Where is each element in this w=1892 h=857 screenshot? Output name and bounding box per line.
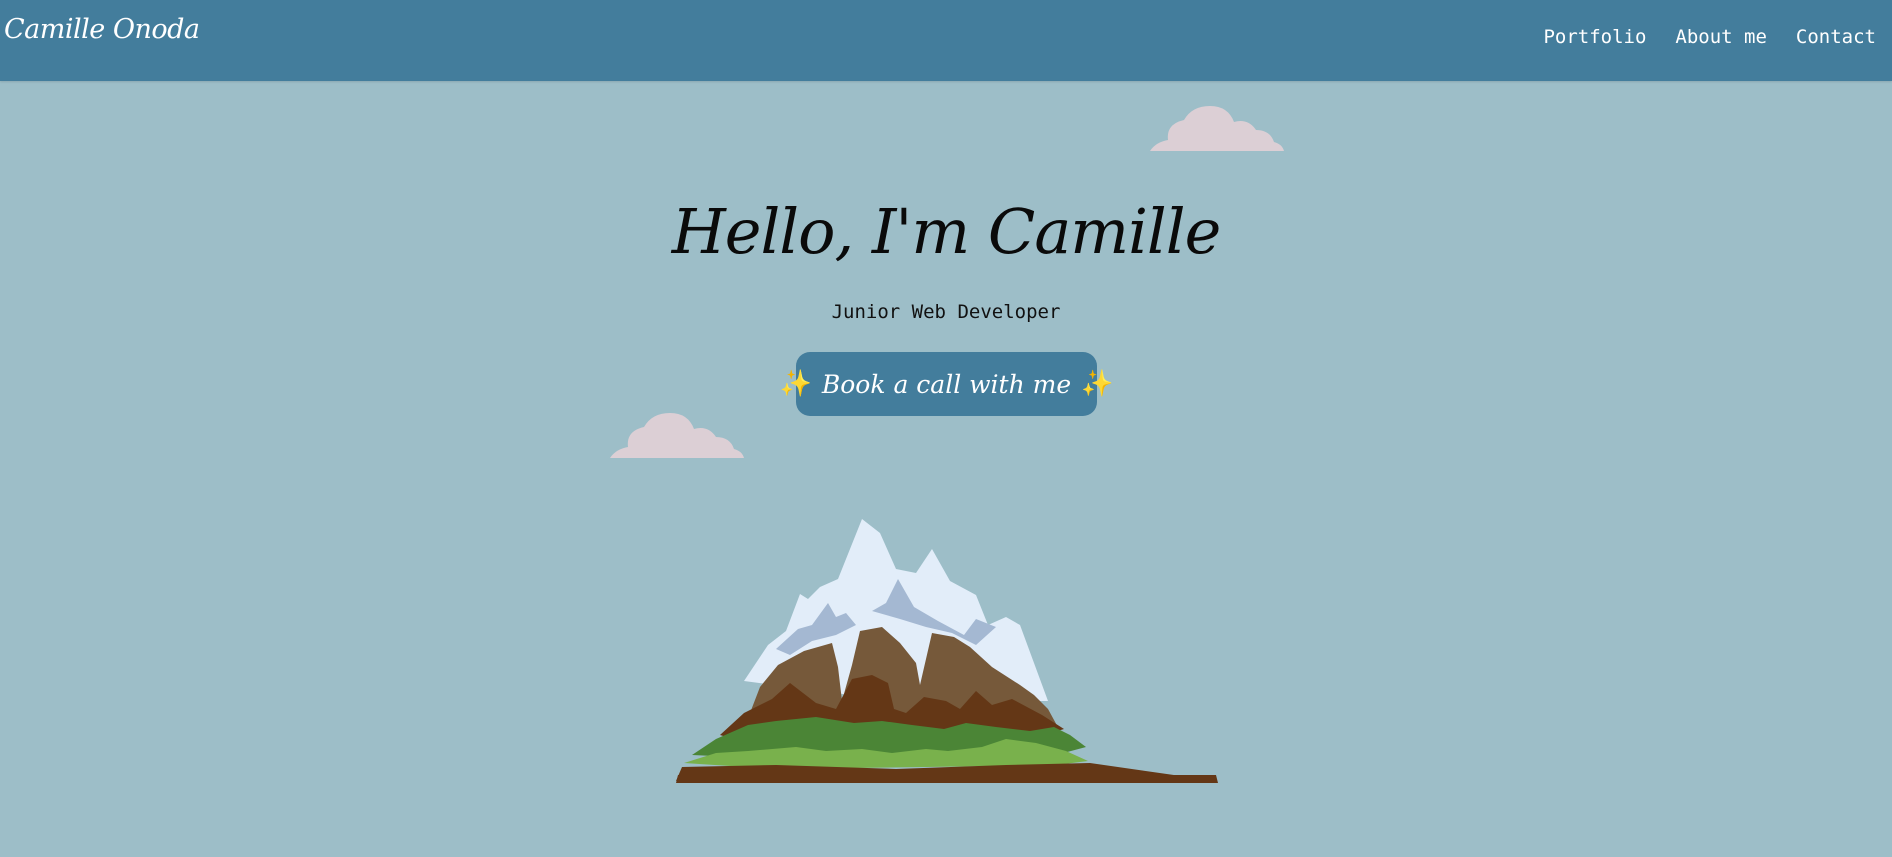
hero-subtitle: Junior Web Developer	[831, 301, 1061, 323]
nav-link-contact[interactable]: Contact	[1796, 26, 1876, 48]
sparkles-icon: ✨	[779, 369, 812, 399]
cloud-icon	[610, 413, 744, 458]
nav-links: Portfolio About me Contact	[1543, 26, 1876, 48]
book-call-label: Book a call with me	[821, 369, 1072, 399]
sparkles-icon: ✨	[1081, 369, 1114, 399]
cloud-icon	[1150, 106, 1284, 151]
nav-link-about-me[interactable]: About me	[1675, 26, 1767, 48]
top-navbar: Camille Onoda Portfolio About me Contact	[0, 0, 1892, 81]
nav-link-portfolio[interactable]: Portfolio	[1543, 26, 1646, 48]
hero-title: Hello, I'm Camille	[671, 195, 1222, 268]
book-call-button[interactable]: ✨ Book a call with me ✨	[780, 352, 1114, 416]
brand-logo[interactable]: Camille Onoda	[4, 14, 200, 45]
mountain-illustration	[676, 519, 1218, 783]
